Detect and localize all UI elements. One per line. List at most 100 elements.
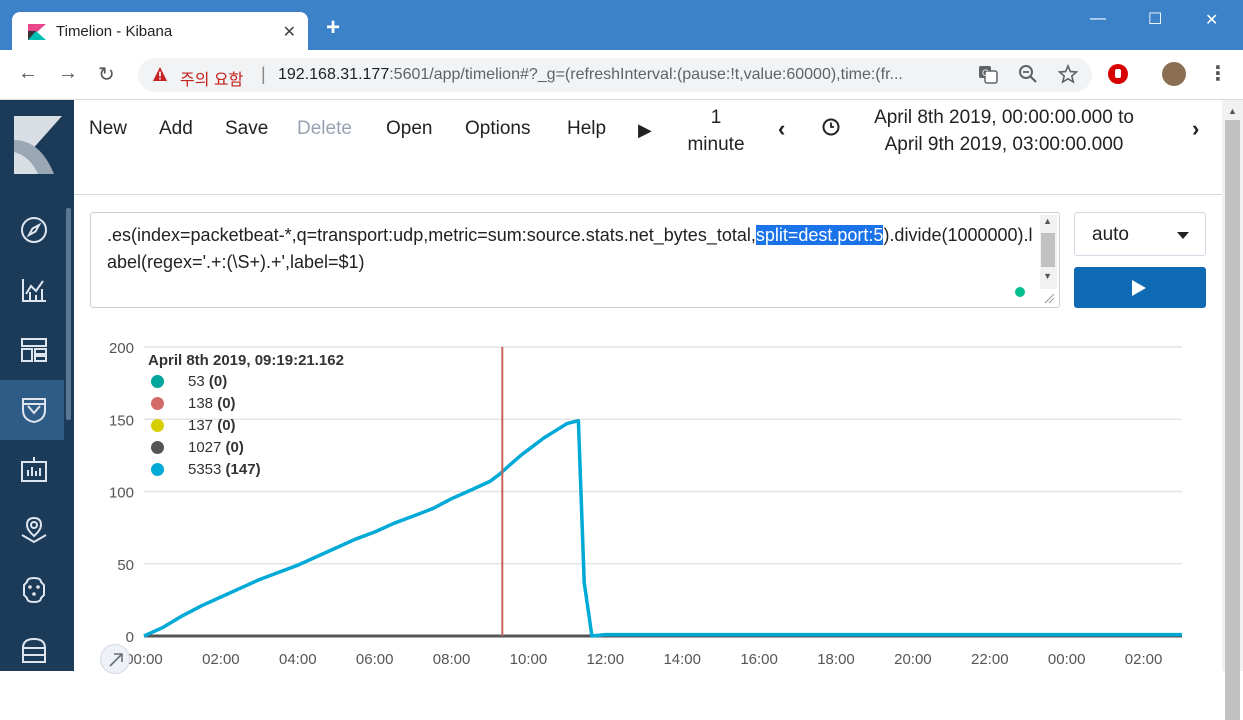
menu-new[interactable]: New xyxy=(89,118,127,140)
time-range-to: April 9th 2019, 03:00:00.000 xyxy=(884,134,1124,155)
legend-series-value: (0) xyxy=(217,417,236,434)
menu-add[interactable]: Add xyxy=(159,118,193,140)
legend-dot xyxy=(151,463,164,476)
legend-dot xyxy=(151,375,164,388)
time-forward-chevron-icon[interactable]: › xyxy=(1192,116,1199,142)
chart-legend: April 8th 2019, 09:19:21.162 53 (0) 138 … xyxy=(148,352,344,482)
legend-item[interactable]: 5353 (147) xyxy=(148,460,344,482)
page-scrollbar[interactable]: ▲ xyxy=(1222,100,1243,720)
menu-delete[interactable]: Delete xyxy=(297,118,352,140)
collapse-sidebar-button[interactable] xyxy=(100,644,130,674)
editor-scroll-up-icon[interactable]: ▲ xyxy=(1043,216,1052,226)
expression-before: .es(index=packetbeat-*,q=transport:udp,m… xyxy=(107,225,756,245)
adblock-icon[interactable] xyxy=(1108,64,1128,84)
maximize-button[interactable]: ☐ xyxy=(1148,9,1162,29)
legend-dot xyxy=(151,419,164,432)
interval-select-value: auto xyxy=(1092,224,1129,245)
x-tick-label: 00:00 xyxy=(1048,651,1086,668)
omnibox-separator: | xyxy=(261,64,266,84)
resize-handle-icon[interactable] xyxy=(1043,292,1055,304)
kibana-logo-area[interactable] xyxy=(0,100,74,192)
x-tick-label: 04:00 xyxy=(279,651,317,668)
editor-scroll-down-icon[interactable]: ▼ xyxy=(1043,271,1052,281)
legend-title: April 8th 2019, 09:19:21.162 xyxy=(148,352,344,369)
sidebar-scrollbar[interactable] xyxy=(66,208,71,420)
reload-button[interactable]: ↻ xyxy=(98,62,115,87)
menu-dots-icon[interactable]: ⋮ xyxy=(1208,61,1228,86)
y-tick-label: 200 xyxy=(109,340,134,357)
refresh-interval[interactable]: 1 minute xyxy=(674,104,758,158)
time-back-chevron-icon[interactable]: ‹ xyxy=(778,116,785,142)
x-tick-label: 10:00 xyxy=(510,651,548,668)
legend-series-value: (0) xyxy=(217,395,236,412)
legend-series-name: 137 xyxy=(188,417,214,434)
interval-select[interactable]: auto xyxy=(1074,212,1206,256)
x-tick-label: 02:00 xyxy=(202,651,240,668)
x-tick-label: 08:00 xyxy=(433,651,471,668)
auto-refresh-play-icon[interactable]: ▶ xyxy=(638,120,652,141)
x-tick-label: 14:00 xyxy=(663,651,701,668)
translate-icon[interactable]: G xyxy=(978,64,998,89)
time-range-picker[interactable]: April 8th 2019, 00:00:00.000 to April 9t… xyxy=(854,104,1154,158)
sidebar-item-ml[interactable] xyxy=(0,560,64,620)
sidebar-item-discover[interactable] xyxy=(0,200,64,260)
sidebar-item-dashboard[interactable] xyxy=(0,320,64,380)
x-tick-label: 20:00 xyxy=(894,651,932,668)
forward-button[interactable]: → xyxy=(58,62,78,85)
sidebar-item-canvas[interactable] xyxy=(0,440,64,500)
omnibox[interactable]: 주의 요함 | 192.168.31.177:5601/app/timelion… xyxy=(138,58,1092,92)
expression-selection: split=dest.port:5 xyxy=(755,225,884,245)
y-tick-label: 100 xyxy=(109,485,134,502)
editor-scroll-thumb[interactable] xyxy=(1041,233,1055,267)
zoom-icon[interactable] xyxy=(1018,64,1038,89)
browser-tab[interactable]: Timelion - Kibana ✕ xyxy=(12,12,308,50)
clock-icon xyxy=(822,118,840,136)
legend-item[interactable]: 137 (0) xyxy=(148,416,344,438)
sidebar-item-visualize[interactable] xyxy=(0,260,64,320)
refresh-interval-unit: minute xyxy=(687,134,745,155)
url-text[interactable]: 192.168.31.177:5601/app/timelion#?_g=(re… xyxy=(278,66,968,84)
sidebar-item-infrastructure[interactable] xyxy=(0,620,64,680)
sidebar-item-maps[interactable] xyxy=(0,500,64,560)
visualize-icon xyxy=(22,279,46,302)
tab-close-icon[interactable]: ✕ xyxy=(283,22,296,42)
menu-help[interactable]: Help xyxy=(567,118,606,140)
warning-icon xyxy=(153,67,167,81)
kibana-sidebar xyxy=(0,100,74,671)
expression-text[interactable]: .es(index=packetbeat-*,q=transport:udp,m… xyxy=(107,222,1037,276)
editor-status-dot xyxy=(1015,287,1025,297)
legend-item[interactable]: 1027 (0) xyxy=(148,438,344,460)
ml-icon xyxy=(23,576,45,604)
url-path: :5601/app/timelion#?_g=(refreshInterval:… xyxy=(389,66,903,83)
security-warning-label: 주의 요함 xyxy=(180,72,244,89)
page-scroll-thumb[interactable] xyxy=(1225,120,1240,720)
profile-avatar[interactable] xyxy=(1162,62,1186,86)
legend-series-value: (0) xyxy=(208,373,228,390)
menu-save[interactable]: Save xyxy=(225,118,268,140)
menu-options[interactable]: Options xyxy=(465,118,530,140)
new-tab-button[interactable]: + xyxy=(326,16,340,40)
sidebar-item-timelion[interactable] xyxy=(0,380,64,440)
legend-item[interactable]: 53 (0) xyxy=(148,372,344,394)
timelion-top-menu: New Add Save Delete Open Options Help ▶ … xyxy=(74,100,1222,195)
browser-tab-bar: Timelion - Kibana ✕ + — ☐ ✕ xyxy=(0,0,1243,50)
legend-series-name: 138 xyxy=(188,395,214,412)
back-button[interactable]: ← xyxy=(18,62,38,85)
legend-item[interactable]: 138 (0) xyxy=(148,394,344,416)
legend-dot xyxy=(151,441,164,454)
x-tick-label: 12:00 xyxy=(587,651,625,668)
run-query-button[interactable] xyxy=(1074,267,1206,308)
x-tick-label: 18:00 xyxy=(817,651,855,668)
url-host: 192.168.31.177 xyxy=(278,66,390,83)
compass-icon xyxy=(21,217,47,243)
page-scroll-up-icon[interactable]: ▲ xyxy=(1228,106,1237,116)
expression-editor[interactable]: .es(index=packetbeat-*,q=transport:udp,m… xyxy=(90,212,1060,308)
time-range-from: April 8th 2019, 00:00:00.000 to xyxy=(874,107,1134,128)
x-tick-label: 02:00 xyxy=(1125,651,1163,668)
minimize-button[interactable]: — xyxy=(1090,10,1106,28)
bookmark-star-icon[interactable] xyxy=(1057,63,1079,89)
legend-series-value: (147) xyxy=(225,461,261,478)
window-close-button[interactable]: ✕ xyxy=(1205,10,1218,30)
legend-series-name: 5353 xyxy=(188,461,222,478)
menu-open[interactable]: Open xyxy=(386,118,432,140)
